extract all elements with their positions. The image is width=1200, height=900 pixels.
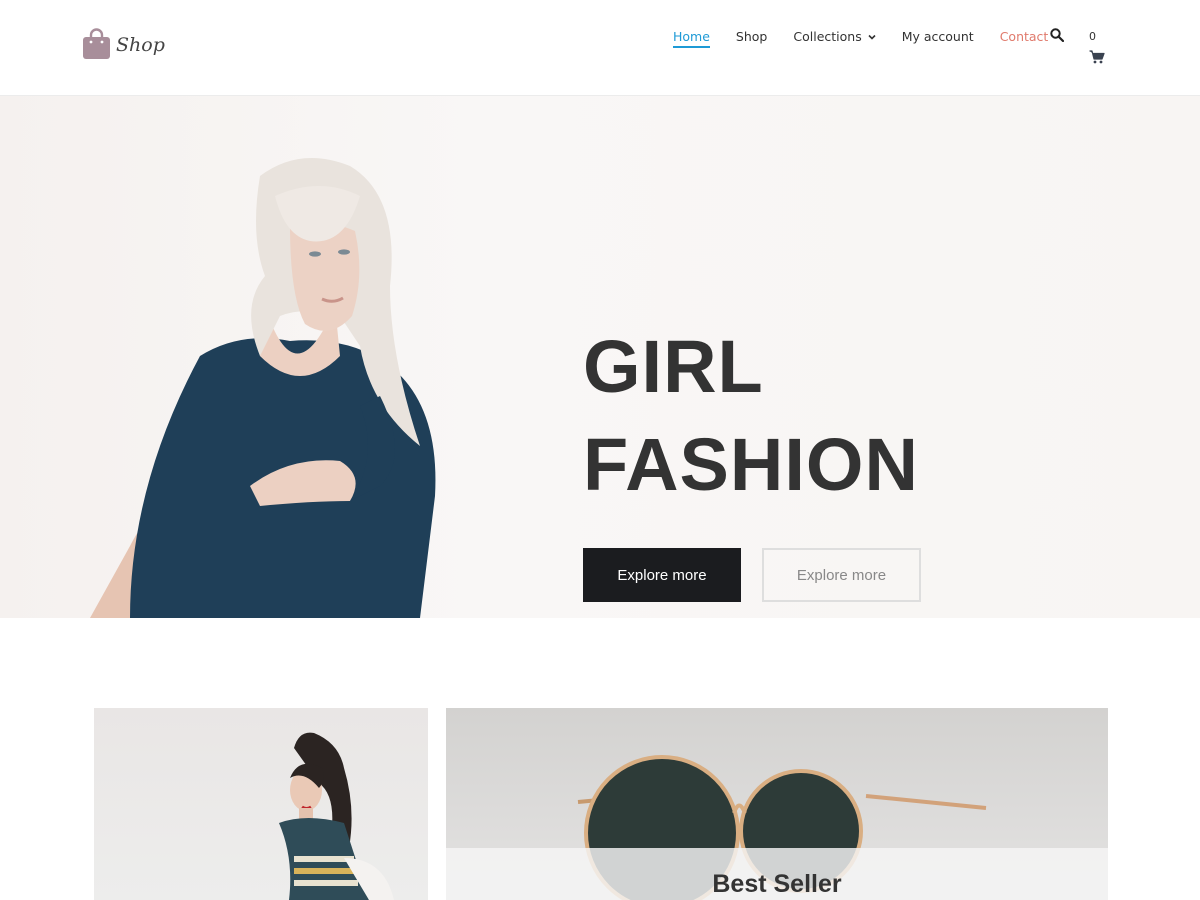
nav-item-label: Collections xyxy=(793,29,862,44)
explore-more-primary-button[interactable]: Explore more xyxy=(583,548,741,602)
best-seller-caption: Best Seller xyxy=(446,848,1108,900)
nav-item-label: Shop xyxy=(735,29,768,44)
hero-model-image xyxy=(90,158,436,618)
nav-item-collections[interactable]: Collections xyxy=(793,29,876,48)
hero-title-line2: FASHION xyxy=(583,423,919,506)
nav-item-my-account[interactable]: My account xyxy=(902,29,974,48)
best-seller-label: Best Seller xyxy=(712,870,842,898)
nav-item-contact[interactable]: Contact xyxy=(1000,29,1049,48)
best-seller-card[interactable]: Best Seller xyxy=(446,708,1108,900)
nav-item-shop[interactable]: Shop xyxy=(736,29,767,48)
collection-card-left[interactable] xyxy=(94,708,428,900)
model-image xyxy=(279,732,394,900)
search-icon[interactable] xyxy=(1050,28,1064,42)
cart-icon[interactable] xyxy=(1089,50,1105,64)
nav-item-label: My account xyxy=(901,29,974,44)
site-logo[interactable]: Shop xyxy=(83,28,165,59)
chevron-down-icon xyxy=(868,34,876,40)
hero-banner: GIRL FASHION Explore more Explore more xyxy=(0,96,1200,618)
nav-item-label: Contact xyxy=(999,29,1049,44)
site-header: Shop Home Shop Collections My account Co… xyxy=(0,0,1200,96)
main-nav: Home Shop Collections My account Contact xyxy=(673,29,1074,48)
nav-item-label: Home xyxy=(673,29,710,44)
nav-item-home[interactable]: Home xyxy=(673,29,710,48)
explore-more-secondary-button[interactable]: Explore more xyxy=(762,548,921,602)
hero-title: GIRL FASHION xyxy=(583,318,1003,514)
brand-name: Shop xyxy=(116,33,165,56)
hero-title-line1: GIRL xyxy=(583,325,764,408)
cart-count-badge: 0 xyxy=(1089,30,1096,43)
shopping-bag-icon xyxy=(83,28,110,59)
